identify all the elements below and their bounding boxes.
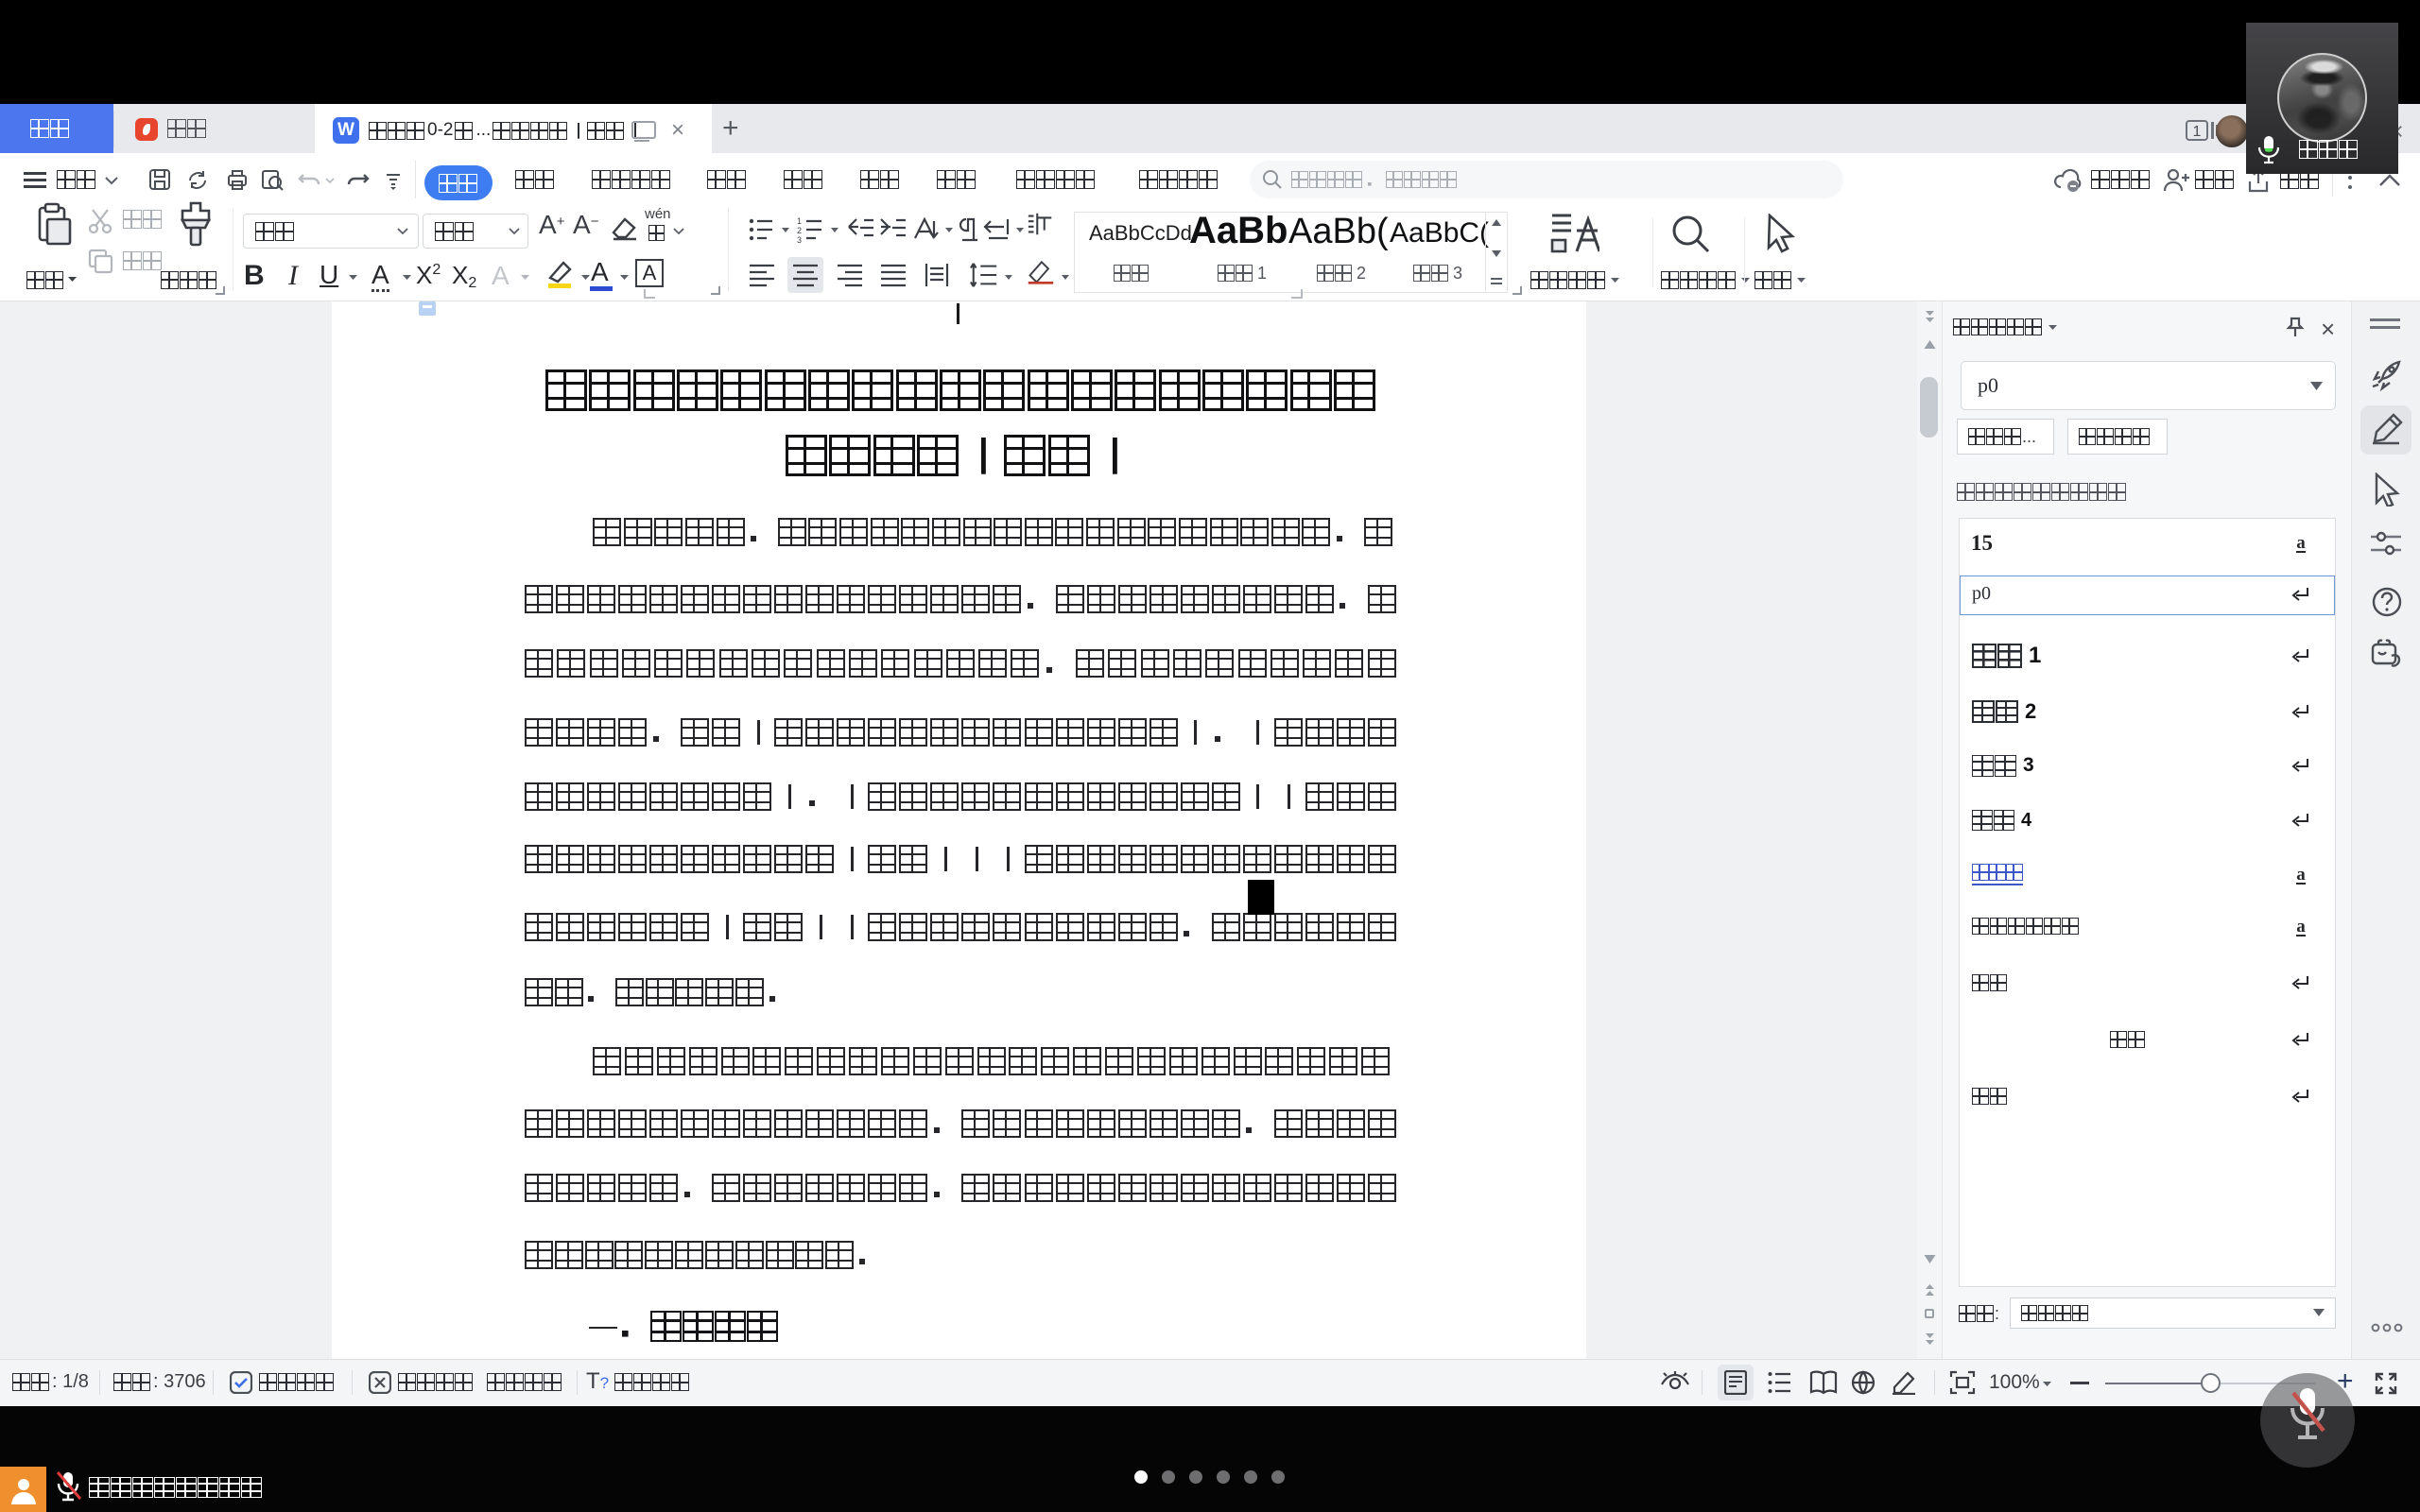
svg-text:3: 3: [797, 235, 802, 244]
svg-text:2: 2: [797, 226, 802, 235]
svg-text:1: 1: [797, 216, 802, 226]
